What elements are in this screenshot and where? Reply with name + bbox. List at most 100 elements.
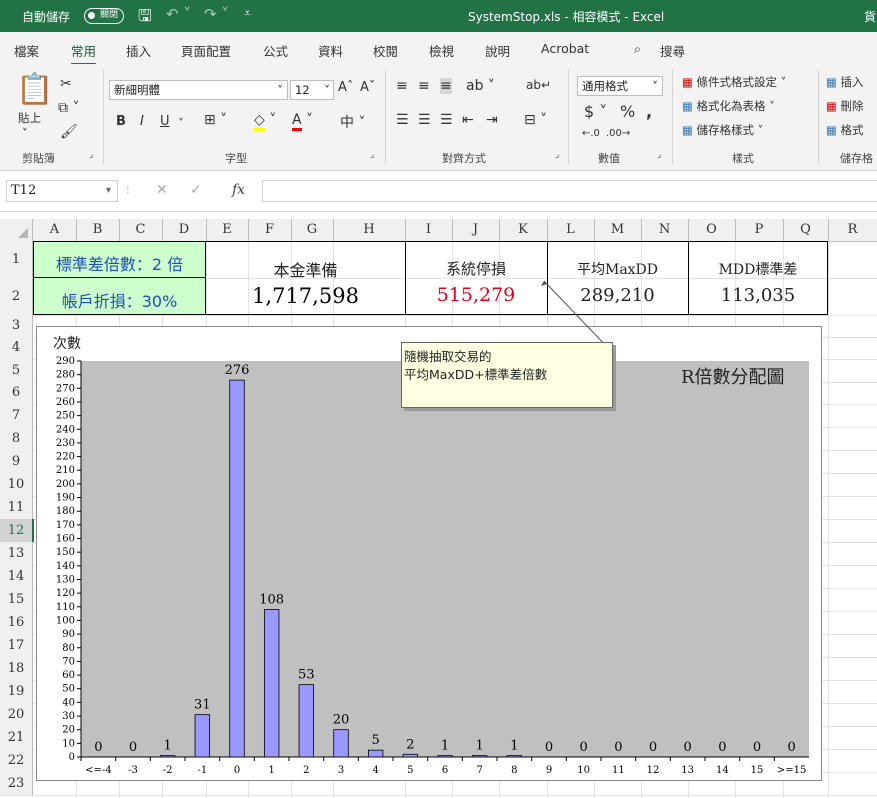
align-left-icon[interactable]: ☰ [396,112,409,128]
row-header-4[interactable]: 4 [0,337,33,359]
search-box[interactable]: 搜尋 [660,41,685,60]
tab-home[interactable]: 常用 [71,41,97,66]
cut-icon[interactable]: ✂ [60,76,72,92]
stop-label-cell[interactable]: 系統停損 [405,258,547,279]
column-header-r[interactable]: R [828,222,877,237]
row-header-9[interactable]: 9 [0,450,33,473]
row-header-6[interactable]: 6 [0,382,33,404]
number-launcher-icon[interactable]: ⌟ [657,150,661,160]
row-header-8[interactable]: 8 [0,427,33,450]
row-header-13[interactable]: 13 [0,542,33,565]
row-header-17[interactable]: 17 [0,634,33,657]
border-icon[interactable]: ⊞ ˅ [204,112,227,128]
copy-icon[interactable]: ⧉ ˅ [58,100,79,116]
row-header-12[interactable]: 12 [0,519,34,542]
tab-help[interactable]: 說明 [485,41,510,60]
font-color-icon[interactable]: A ˅ [292,112,313,131]
column-header-f[interactable]: F [248,222,291,237]
phonetic-icon[interactable]: 中 ˅ [340,112,365,132]
column-header-a[interactable]: A [33,222,76,237]
row-header-2[interactable]: 2 [0,278,33,315]
tab-view[interactable]: 檢視 [429,41,454,60]
grow-font-icon[interactable]: Aˆ [338,80,353,95]
tab-data[interactable]: 資料 [318,41,343,60]
column-header-i[interactable]: I [405,222,452,237]
column-header-c[interactable]: C [119,222,162,237]
conditional-format-button[interactable]: ▦ 條件式格式設定 ˅ [682,74,786,90]
number-format-select[interactable]: 通用格式 ˅ [577,76,663,96]
column-header-b[interactable]: B [76,222,119,237]
tab-acrobat[interactable]: Acrobat [541,41,589,56]
increase-indent-icon[interactable]: ⇥ [486,112,498,128]
orientation-icon[interactable]: ab ˅ [466,78,495,94]
row-header-19[interactable]: 19 [0,680,33,703]
format-as-table-button[interactable]: ▦ 格式化為表格 ˅ [682,98,775,114]
currency-icon[interactable]: $ ˅ [584,102,607,121]
account-loss-cell[interactable]: 帳戶折損：30% [33,288,206,312]
shrink-font-icon[interactable]: Aˇ [360,80,375,95]
decrease-decimal-icon[interactable]: .00→ [606,128,630,139]
enter-icon[interactable]: ✓ [190,182,202,198]
capital-label-cell[interactable]: 本金準備 [206,257,405,281]
format-cells-button[interactable]: ▦ 格式 [826,122,864,138]
font-size-select[interactable]: 12 ˅ [290,80,334,100]
column-header-l[interactable]: L [547,222,594,237]
name-box[interactable]: T12 ▾ [6,180,118,202]
avg-maxdd-label-cell[interactable]: 平均MaxDD [547,259,688,279]
select-all-corner[interactable] [0,219,33,241]
paste-icon[interactable]: 📋 [16,72,53,107]
column-header-j[interactable]: J [452,222,499,237]
tab-insert[interactable]: 插入 [126,41,151,60]
align-middle-icon[interactable]: ≡ [418,78,430,94]
column-header-q[interactable]: Q [783,222,828,237]
insert-function-icon[interactable]: fx [232,182,245,198]
row-header-7[interactable]: 7 [0,404,33,427]
row-header-10[interactable]: 10 [0,473,33,496]
format-painter-icon[interactable]: 🖌 [60,124,78,140]
align-right-icon[interactable]: ☰ [440,112,453,128]
stop-value-cell[interactable]: 515,279 [405,284,547,306]
decrease-indent-icon[interactable]: ⇤ [462,112,474,128]
std-multiplier-cell[interactable]: 標準差倍數：2 倍 [33,251,206,275]
search-icon[interactable]: ⌕ [634,41,641,57]
callout-box[interactable]: 隨機抽取交易的 平均MaxDD+標準差倍數 [401,342,613,408]
undo-icon[interactable]: ↶ ˅ [166,5,191,23]
clipboard-launcher-icon[interactable]: ⌟ [89,150,93,160]
row-header-5[interactable]: 5 [0,359,33,382]
insert-cells-button[interactable]: ▦ 插入 [826,74,864,90]
row-header-11[interactable]: 11 [0,496,33,519]
row-header-1[interactable]: 1 [0,241,33,278]
mdd-std-value-cell[interactable]: 113,035 [688,285,828,306]
font-launcher-icon[interactable]: ⌟ [370,150,374,160]
wrap-text-icon[interactable]: ab↵ [526,78,551,92]
quick-access-menu-icon[interactable]: ⩡ [244,6,251,21]
column-header-h[interactable]: H [333,222,405,237]
column-header-p[interactable]: P [735,222,783,237]
comma-style-icon[interactable]: , [646,102,652,121]
chevron-down-icon[interactable]: ˅ [178,116,184,130]
mdd-std-label-cell[interactable]: MDD標準差 [688,259,828,279]
row-header-23[interactable]: 23 [0,772,33,795]
cancel-icon[interactable]: ✕ [156,182,168,198]
fill-color-icon[interactable]: ◇ ˅ [254,112,276,131]
column-header-g[interactable]: G [291,222,333,237]
align-top-icon[interactable]: ≡ [396,78,408,94]
font-name-select[interactable]: 新細明體 ˅ [109,80,288,100]
capital-value-cell[interactable]: 1,717,598 [206,284,405,308]
tab-file[interactable]: 檔案 [14,41,39,60]
save-icon[interactable]: 🖫 [138,5,152,32]
tab-page-layout[interactable]: 頁面配置 [181,41,231,60]
paste-label[interactable]: 貼上 [18,110,41,126]
column-header-k[interactable]: K [499,222,547,237]
user-initial[interactable]: 貨 [864,8,876,25]
row-header-21[interactable]: 21 [0,726,33,749]
align-bottom-icon[interactable]: ≡ [440,78,452,94]
underline-icon[interactable]: U [160,114,170,129]
cell-styles-button[interactable]: ▦ 儲存格樣式 ˅ [682,122,763,138]
column-header-o[interactable]: O [688,222,735,237]
row-header-20[interactable]: 20 [0,703,33,726]
column-header-n[interactable]: N [641,222,688,237]
merge-center-icon[interactable]: ⊟ ˅ [524,112,547,128]
row-header-3[interactable]: 3 [0,315,33,337]
increase-decimal-icon[interactable]: ←.0 [582,128,600,139]
